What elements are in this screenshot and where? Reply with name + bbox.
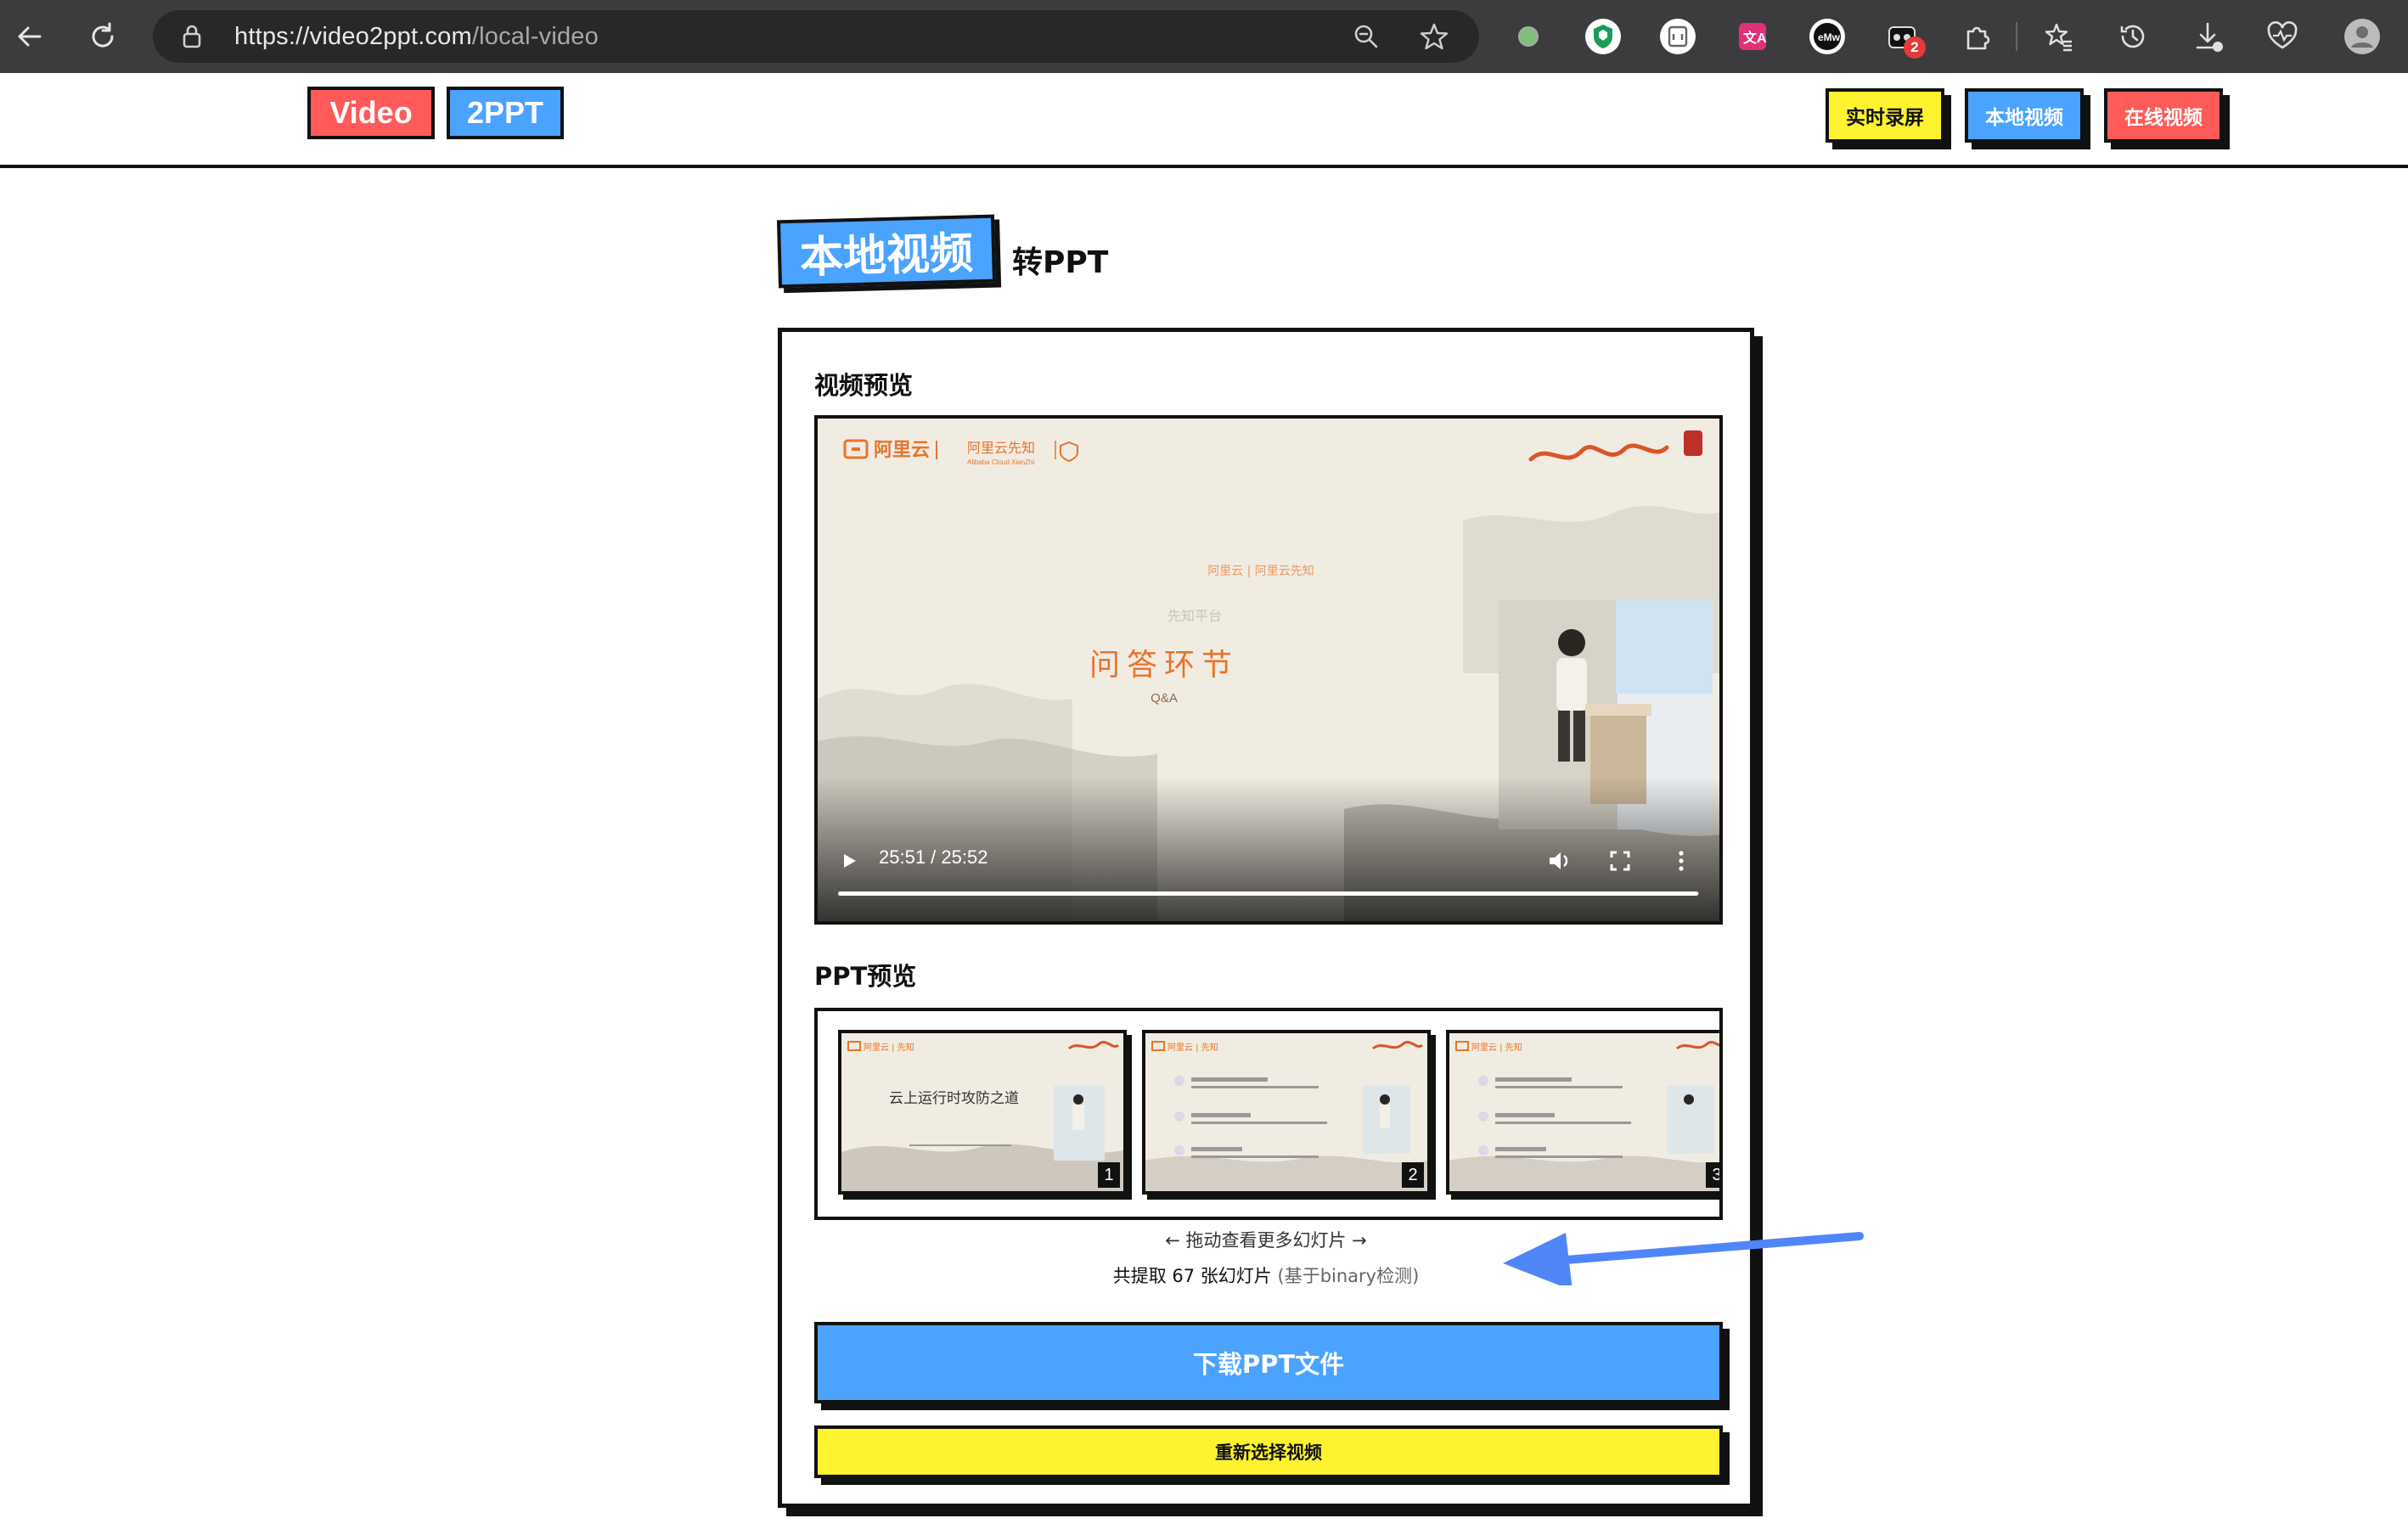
nav-local-video[interactable]: 本地视频: [1965, 88, 2084, 143]
extension-mw-icon[interactable]: eMw: [1807, 16, 1848, 57]
reload-icon[interactable]: [82, 15, 124, 58]
svg-text:阿里云 | 先知: 阿里云 | 先知: [1167, 1042, 1218, 1053]
thumbnail-number: 2: [1402, 1162, 1424, 1188]
nav-online-video[interactable]: 在线视频: [2104, 88, 2223, 143]
video-brand-left: 阿里云: [874, 440, 930, 461]
main-card: 视频预览 阿里云 阿里云先知 Alibaba Cloud XianZhi 阿里云…: [778, 328, 1754, 1508]
slide-count-value: 67: [1172, 1266, 1196, 1286]
page-title-tag: 本地视频: [776, 214, 997, 289]
ppt-section-title: PPT预览: [814, 962, 917, 991]
translate-extension-icon[interactable]: 文A: [1732, 16, 1773, 57]
extension-shield-icon[interactable]: [1583, 16, 1623, 57]
thumbnail-number: 1: [1098, 1162, 1120, 1188]
video-current-time: 25:51: [879, 846, 926, 868]
svg-text:阿里云 | 先知: 阿里云 | 先知: [1471, 1042, 1522, 1053]
site-info-icon[interactable]: [178, 22, 205, 54]
svg-text:eMw: eMw: [1818, 31, 1841, 43]
video-duration: 25:52: [941, 846, 988, 868]
play-icon[interactable]: [835, 846, 864, 875]
fullscreen-icon[interactable]: [1606, 846, 1634, 875]
more-options-icon[interactable]: [1667, 846, 1696, 875]
video-section-title: 视频预览: [814, 371, 914, 400]
extension-green-dot-icon[interactable]: [1508, 16, 1549, 57]
svg-text:阿里云 | 先知: 阿里云 | 先知: [864, 1042, 914, 1053]
extension-frame-icon[interactable]: [1657, 16, 1698, 57]
logo-2ppt[interactable]: 2PPT: [447, 87, 564, 139]
browser-toolbar: https://video2ppt.com/local-video 文A eMw…: [0, 0, 2408, 73]
ppt-thumbnail[interactable]: 阿里云 | 先知 云上运行时攻防之道 1: [838, 1030, 1127, 1195]
ppt-thumbnail[interactable]: 阿里云 | 先知 2: [1142, 1030, 1431, 1195]
back-icon[interactable]: [8, 15, 51, 58]
thumbnail-number: 3: [1706, 1162, 1719, 1188]
profile-avatar-icon[interactable]: [2342, 16, 2383, 57]
video-player[interactable]: 阿里云 阿里云先知 Alibaba Cloud XianZhi 阿里云 | 阿里…: [814, 415, 1723, 925]
video-brand-mid: 阿里云先知: [967, 440, 1035, 456]
downloads-icon[interactable]: [2187, 16, 2228, 57]
bookmark-star-icon[interactable]: [1418, 20, 1450, 56]
slide-count-prefix: 共提取: [1112, 1266, 1167, 1286]
performance-heart-icon[interactable]: [2262, 16, 2303, 57]
site-header: Video 2PPT 实时录屏 本地视频 在线视频: [0, 73, 2408, 168]
reading-list-icon[interactable]: [2038, 16, 2079, 57]
video-progress-bar[interactable]: [838, 891, 1699, 896]
extensions-puzzle-icon[interactable]: [1956, 16, 1997, 57]
video-slide-title: 问答环节: [1089, 648, 1239, 683]
url-text[interactable]: https://video2ppt.com/local-video: [234, 22, 599, 51]
download-ppt-button[interactable]: 下载PPT文件: [814, 1322, 1723, 1403]
address-bar[interactable]: https://video2ppt.com/local-video: [153, 10, 1479, 63]
svg-text:Alibaba Cloud XianZhi: Alibaba Cloud XianZhi: [967, 458, 1034, 466]
svg-text:先知平台: 先知平台: [1167, 608, 1222, 624]
video-progress-fill: [838, 891, 1698, 896]
ppt-thumbnail[interactable]: 阿里云 | 先知 3: [1446, 1030, 1719, 1195]
url-host: https://video2ppt.com: [234, 23, 472, 50]
ppt-thumbnail-strip[interactable]: 阿里云 | 先知 云上运行时攻防之道 1 阿里云 | 先知 2 阿里云 | 先知…: [814, 1008, 1723, 1220]
video-slide-subtitle: Q&A: [1151, 691, 1178, 706]
svg-text:文A: 文A: [1743, 30, 1767, 46]
thumbnail-title: 云上运行时攻防之道: [889, 1090, 1019, 1107]
reselect-video-button[interactable]: 重新选择视频: [814, 1425, 1723, 1478]
history-icon[interactable]: [2113, 16, 2153, 57]
zoom-out-icon[interactable]: [1352, 22, 1381, 54]
nav-screen-record[interactable]: 实时录屏: [1826, 88, 1944, 143]
video-time-display: 25:51 / 25:52: [879, 846, 988, 868]
slide-count-suffix: 张幻灯片: [1200, 1266, 1272, 1286]
slide-count-note: (基于binary检测): [1277, 1266, 1420, 1286]
toolbar-divider: [2016, 22, 2017, 51]
extension-badge-count: 2: [1904, 37, 1926, 59]
page-title-suffix: 转PPT: [1012, 245, 1109, 280]
volume-icon[interactable]: [1544, 846, 1573, 875]
extension-badge-icon[interactable]: 2: [1882, 16, 1926, 59]
logo-video[interactable]: Video: [307, 87, 435, 139]
annotation-arrow-icon: [1503, 1232, 1864, 1285]
url-path: /local-video: [471, 23, 599, 50]
svg-text:阿里云 | 阿里云先知: 阿里云 | 阿里云先知: [1207, 564, 1314, 578]
